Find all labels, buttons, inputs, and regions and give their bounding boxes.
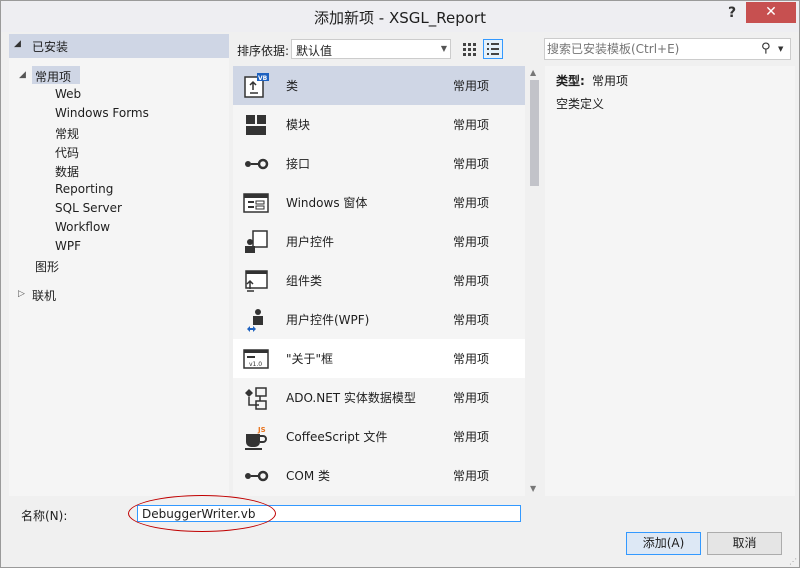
item-name: 接口	[286, 157, 311, 171]
list-item[interactable]: Windows 窗体 常用项	[233, 183, 525, 222]
item-category: 常用项	[453, 430, 490, 444]
item-category: 常用项	[453, 469, 490, 483]
item-name: 模块	[286, 118, 311, 132]
tree-item-wpf[interactable]: WPF	[55, 239, 81, 253]
type-label: 类型:	[556, 74, 585, 88]
name-field[interactable]	[137, 505, 521, 522]
cancel-button[interactable]: 取消	[707, 532, 782, 555]
chevron-down-icon[interactable]: ▼	[778, 45, 783, 53]
tree-item-general[interactable]: 常规	[55, 125, 79, 142]
item-name: COM 类	[286, 469, 330, 483]
tree-item-label: 常用项	[35, 70, 72, 84]
list-scrollbar[interactable]: ▲ ▼	[527, 66, 542, 496]
item-name: 类	[286, 79, 299, 93]
item-category: 常用项	[453, 274, 490, 288]
tree-item-windows-forms[interactable]: Windows Forms	[55, 106, 149, 120]
grid-view-icon	[463, 43, 476, 56]
sort-dropdown[interactable]: 默认值 ▼	[291, 39, 451, 59]
sort-label: 排序依据:	[237, 44, 290, 58]
item-name: Windows 窗体	[286, 196, 368, 210]
help-button[interactable]: ?	[723, 5, 741, 25]
type-value: 常用项	[592, 74, 629, 88]
list-item[interactable]: 接口 常用项	[233, 144, 525, 183]
svg-text:VB: VB	[258, 75, 268, 82]
item-description: 空类定义	[556, 97, 605, 111]
user-control-icon	[245, 230, 268, 253]
interface-icon	[245, 158, 269, 170]
list-item[interactable]: 组件类 常用项	[233, 261, 525, 300]
resize-grip-icon[interactable]: ⋰	[789, 557, 797, 566]
list-item[interactable]: v1.0 "关于"框 常用项	[233, 339, 525, 378]
wpf-user-control-icon	[247, 309, 263, 332]
tree-item-workflow[interactable]: Workflow	[55, 220, 110, 234]
item-name: CoffeeScript 文件	[286, 430, 388, 444]
item-name: "关于"框	[286, 352, 334, 366]
coffeescript-icon: JS	[245, 426, 267, 450]
list-view-icon	[487, 43, 499, 55]
title-bar: 添加新项 - XSGL_Report ? ✕	[1, 1, 799, 32]
grid-view-button[interactable]	[459, 39, 479, 59]
sort-value: 默认值	[296, 44, 333, 58]
tree-item-online[interactable]: ▷ 联机	[18, 287, 57, 304]
template-list: VB 类 常用项 模块 常用项 接口 常用项 Windows 窗体 常用项 用户…	[233, 66, 525, 496]
item-name: 组件类	[286, 274, 323, 288]
item-category: 常用项	[453, 157, 490, 171]
item-category: 常用项	[453, 235, 490, 249]
name-label: 名称(N):	[21, 509, 68, 523]
tree-item-graphics[interactable]: 图形	[35, 258, 59, 275]
add-button[interactable]: 添加(A)	[626, 532, 701, 555]
list-item[interactable]: JS CoffeeScript 文件 常用项	[233, 417, 525, 456]
item-category: 常用项	[453, 196, 490, 210]
item-category: 常用项	[453, 352, 490, 366]
windows-form-icon	[243, 193, 269, 213]
tree-item-web[interactable]: Web	[55, 87, 81, 101]
entity-data-model-icon	[245, 387, 267, 410]
list-item[interactable]: 用户控件 常用项	[233, 222, 525, 261]
scrollbar-thumb[interactable]	[530, 80, 539, 186]
tree-item-reporting[interactable]: Reporting	[55, 182, 113, 196]
item-name: 用户控件(WPF)	[286, 313, 370, 327]
item-category: 常用项	[453, 118, 490, 132]
scroll-down-icon[interactable]: ▼	[530, 484, 536, 493]
svg-text:JS: JS	[257, 426, 266, 434]
com-class-icon	[245, 470, 269, 482]
collapse-arrow-icon: ◢	[14, 39, 21, 49]
expand-arrow-icon: ◢	[19, 70, 26, 80]
list-item[interactable]: 模块 常用项	[233, 105, 525, 144]
dialog-title: 添加新项 - XSGL_Report	[314, 9, 486, 27]
details-panel: 类型: 常用项 空类定义	[545, 66, 795, 496]
list-item[interactable]: VB 类 常用项	[233, 66, 525, 105]
svg-text:v1.0: v1.0	[249, 361, 262, 368]
about-box-icon: v1.0	[243, 349, 269, 369]
search-icon[interactable]: ⚲	[761, 41, 771, 56]
item-category: 常用项	[453, 79, 490, 93]
item-name: 用户控件	[286, 235, 335, 249]
item-name: ADO.NET 实体数据模型	[286, 391, 416, 405]
tree-item-sql-server[interactable]: SQL Server	[55, 201, 122, 215]
class-icon: VB	[244, 73, 269, 98]
tree-header-installed[interactable]: ◢ 已安装	[9, 34, 229, 58]
module-icon	[246, 115, 266, 135]
item-category: 常用项	[453, 313, 490, 327]
list-item[interactable]: ADO.NET 实体数据模型 常用项	[233, 378, 525, 417]
item-category: 常用项	[453, 391, 490, 405]
tree-item-data[interactable]: 数据	[55, 163, 79, 180]
list-item[interactable]: 用户控件(WPF) 常用项	[233, 300, 525, 339]
expand-arrow-icon: ▷	[18, 289, 25, 299]
close-button[interactable]: ✕	[746, 2, 796, 23]
tree-item-code[interactable]: 代码	[55, 144, 79, 161]
search-box[interactable]: ⚲ ▼	[544, 38, 791, 60]
scroll-up-icon[interactable]: ▲	[530, 68, 536, 77]
add-new-item-dialog: 添加新项 - XSGL_Report ? ✕ ◢ 已安装 ◢ 常用项 Web W…	[0, 0, 800, 568]
list-item[interactable]: COM 类 常用项	[233, 456, 525, 495]
template-tree: ◢ 已安装 ◢ 常用项 Web Windows Forms 常规 代码 数据 R…	[9, 34, 229, 496]
component-class-icon	[245, 270, 268, 292]
chevron-down-icon: ▼	[440, 44, 447, 53]
tree-item-common[interactable]: ◢ 常用项	[19, 68, 72, 85]
list-view-button[interactable]	[483, 39, 503, 59]
tree-item-label: 联机	[32, 289, 57, 303]
search-input[interactable]	[547, 41, 757, 57]
tree-header-label: 已安装	[32, 40, 69, 54]
